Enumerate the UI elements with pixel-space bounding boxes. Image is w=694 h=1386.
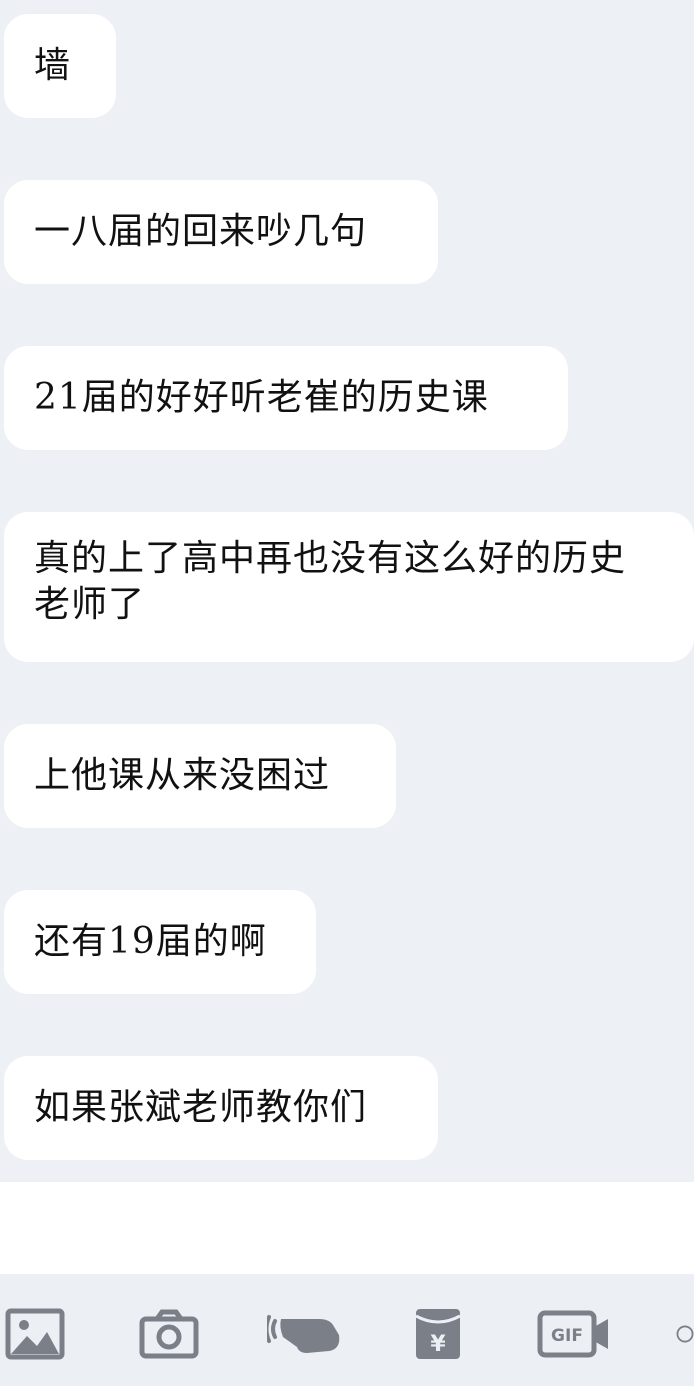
message-input-field[interactable] (0, 1182, 694, 1274)
message-text: 如果张斌老师教你们 (34, 1087, 368, 1128)
message-text: 还有19届的啊 (34, 921, 267, 962)
red-packet-button[interactable]: ¥ (412, 1304, 464, 1364)
chat-message-bubble[interactable]: 墙 (4, 14, 116, 118)
camera-icon (139, 1309, 199, 1359)
message-text: 真的上了高中再也没有这么好的历史老师了 (34, 538, 627, 625)
camera-button[interactable] (138, 1304, 200, 1364)
gif-icon: GIF (537, 1310, 608, 1358)
more-icon (676, 1325, 694, 1343)
message-text: 上他课从来没困过 (34, 755, 331, 796)
message-text: 一八届的回来吵几句 (34, 211, 368, 252)
image-button[interactable] (4, 1304, 66, 1364)
message-text: 21届的好好听老崔的历史课 (34, 377, 489, 418)
chat-message-bubble[interactable]: 21届的好好听老崔的历史课 (4, 346, 568, 450)
chat-message-bubble[interactable]: 还有19届的啊 (4, 890, 316, 994)
poke-icon (267, 1315, 340, 1353)
poke-button[interactable] (266, 1304, 346, 1364)
gif-button[interactable]: GIF (536, 1304, 612, 1364)
red-packet-icon: ¥ (415, 1309, 461, 1359)
chat-message-bubble[interactable]: 一八届的回来吵几句 (4, 180, 438, 284)
more-button[interactable] (676, 1304, 694, 1364)
chat-toolbar: ¥ GIF (0, 1274, 694, 1386)
chat-message-bubble[interactable]: 真的上了高中再也没有这么好的历史老师了 (4, 512, 694, 662)
chat-message-bubble[interactable]: 上他课从来没困过 (4, 724, 396, 828)
svg-text:¥: ¥ (430, 1332, 446, 1357)
image-icon (5, 1308, 65, 1360)
gif-label: GIF (551, 1326, 583, 1346)
chat-message-list[interactable]: 墙 一八届的回来吵几句 21届的好好听老崔的历史课 真的上了高中再也没有这么好的… (0, 0, 694, 1180)
message-text: 墙 (34, 45, 72, 86)
chat-message-bubble[interactable]: 如果张斌老师教你们 (4, 1056, 438, 1160)
